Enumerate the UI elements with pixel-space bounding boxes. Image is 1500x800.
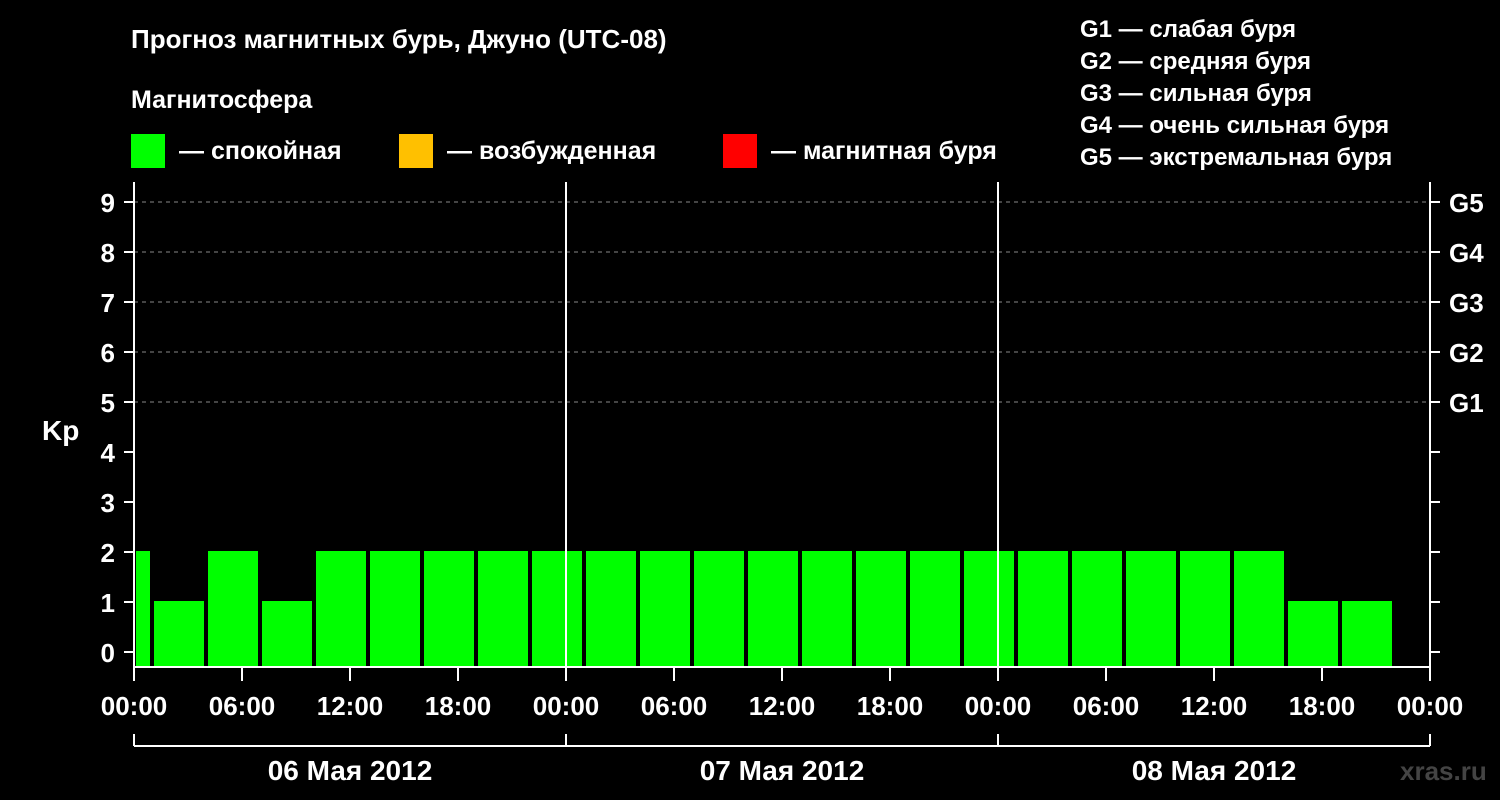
x-tick-label: 12:00 [749,691,816,721]
kp-bar [316,551,366,667]
y-tick-label: 1 [101,588,115,618]
y-tick-label: 2 [101,538,115,568]
kp-chart: 0 1 2 3 4 5 6 7 8 9 G1 G2 G3 G4 G5 Kp 00:00 06:00 12:00 18:… [42,182,1484,786]
y-axis-label: Kp [42,415,79,446]
kp-bar [1072,551,1122,667]
kp-bar [478,551,528,667]
y-tick-label: 5 [101,388,115,418]
kp-bar [370,551,420,667]
watermark: xras.ru [1400,756,1487,786]
x-tick-label: 18:00 [857,691,924,721]
kp-bar [154,601,204,667]
x-tick-label: 06:00 [641,691,708,721]
y2-tick-label: G3 [1449,288,1484,318]
kp-bar [1180,551,1230,667]
kp-bar [1126,551,1176,667]
y-tick-label: 3 [101,488,115,518]
kp-bar [802,551,852,667]
kp-bar [136,551,150,667]
kp-bar [748,551,798,667]
x-tick-label: 00:00 [101,691,168,721]
x-tick-label: 18:00 [425,691,492,721]
x-tick-label: 18:00 [1289,691,1356,721]
kp-bar [640,551,690,667]
x-tick-label: 00:00 [965,691,1032,721]
x-tick-label: 12:00 [317,691,384,721]
kp-bar [1018,551,1068,667]
kp-bar [910,551,960,667]
y-tick-label: 8 [101,238,115,268]
day-label: 08 Мая 2012 [1132,755,1297,786]
x-tick-label: 12:00 [1181,691,1248,721]
y-tick-label: 6 [101,338,115,368]
kp-bar [964,551,1014,667]
kp-bar [1288,601,1338,667]
y2-tick-label: G2 [1449,338,1484,368]
x-tick-label: 06:00 [1073,691,1140,721]
y-tick-label: 7 [101,288,115,318]
kp-bar [262,601,312,667]
kp-bar [1234,551,1284,667]
kp-bar [1342,601,1392,667]
kp-bar [208,551,258,667]
kp-bar [856,551,906,667]
x-tick-label: 00:00 [1397,691,1464,721]
kp-bar [424,551,474,667]
kp-bar [532,551,582,667]
y2-tick-label: G1 [1449,388,1484,418]
y2-tick-label: G4 [1449,238,1484,268]
y-tick-label: 4 [101,438,116,468]
y-tick-label: 9 [101,188,115,218]
y2-tick-label: G5 [1449,188,1484,218]
x-tick-label: 06:00 [209,691,276,721]
y-tick-label: 0 [101,638,115,668]
kp-bar [694,551,744,667]
kp-bar [586,551,636,667]
day-label: 07 Мая 2012 [700,755,865,786]
x-tick-label: 00:00 [533,691,600,721]
day-label: 06 Мая 2012 [268,755,433,786]
